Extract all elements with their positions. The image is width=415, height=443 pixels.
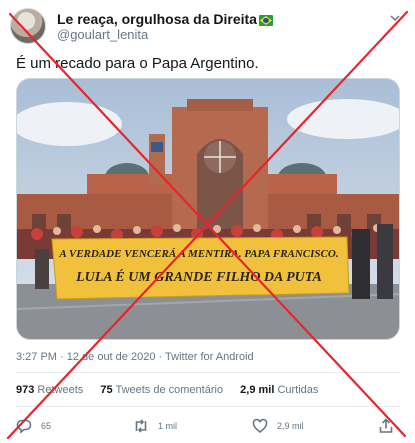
share-icon	[379, 418, 393, 433]
tweet-actions: 65 1 mil 2,9 mil	[16, 416, 400, 436]
author-names[interactable]: Le reaça, orgulhosa da Direita @goulart_…	[57, 11, 273, 43]
like-button[interactable]: 2,9 mil	[252, 416, 304, 436]
comments-stat[interactable]: 75 Tweets de comentário	[100, 384, 223, 396]
author-display-name-text: Le reaça, orgulhosa da Direita	[57, 11, 257, 27]
banner-line-1: A VERDADE VENCERÁ A MENTIRA. PAPA FRANCI…	[58, 248, 338, 260]
likes-stat[interactable]: 2,9 mil Curtidas	[240, 384, 318, 396]
chevron-down-icon[interactable]	[387, 12, 403, 28]
likes-count: 2,9 mil	[240, 384, 275, 396]
retweets-stat[interactable]: 973 Retweets	[16, 384, 83, 396]
tweet-header: Le reaça, orgulhosa da Direita @goulart_…	[10, 8, 405, 44]
retweet-icon	[135, 419, 147, 433]
brazil-flag-icon	[258, 15, 273, 26]
tweet-stats: 973 Retweets 75 Tweets de comentário 2,9…	[16, 384, 332, 396]
author-handle[interactable]: @goulart_lenita	[57, 27, 273, 43]
reply-button[interactable]: 65	[16, 416, 51, 436]
tweet-text: É um recado para o Papa Argentino.	[16, 55, 259, 72]
basilica-photo-illustration: A VERDADE VENCERÁ A MENTIRA. PAPA FRANCI…	[17, 79, 399, 339]
banner-line-2: LULA É UM GRANDE FILHO DA PUTA	[75, 268, 322, 285]
avatar[interactable]	[10, 8, 46, 44]
reply-icon	[16, 419, 32, 434]
comments-label: Tweets de comentário	[115, 384, 224, 396]
tweet-card: Le reaça, orgulhosa da Direita @goulart_…	[0, 0, 415, 443]
tweet-timestamp[interactable]: 3:27 PM · 12 de out de 2020 · Twitter fo…	[16, 351, 254, 363]
divider	[16, 406, 400, 407]
share-button[interactable]	[378, 416, 394, 436]
reply-count: 65	[41, 421, 52, 431]
divider	[16, 372, 400, 373]
comments-count: 75	[100, 384, 113, 396]
retweet-count: 1 mil	[158, 421, 178, 431]
likes-label: Curtidas	[277, 384, 319, 396]
tweet-photo[interactable]: A VERDADE VENCERÁ A MENTIRA. PAPA FRANCI…	[16, 78, 400, 340]
retweets-label: Retweets	[37, 384, 84, 396]
retweets-count: 973	[16, 384, 35, 396]
like-icon	[252, 418, 268, 434]
like-count: 2,9 mil	[277, 421, 304, 431]
retweet-button[interactable]: 1 mil	[133, 416, 177, 436]
author-display-name[interactable]: Le reaça, orgulhosa da Direita	[57, 11, 273, 27]
